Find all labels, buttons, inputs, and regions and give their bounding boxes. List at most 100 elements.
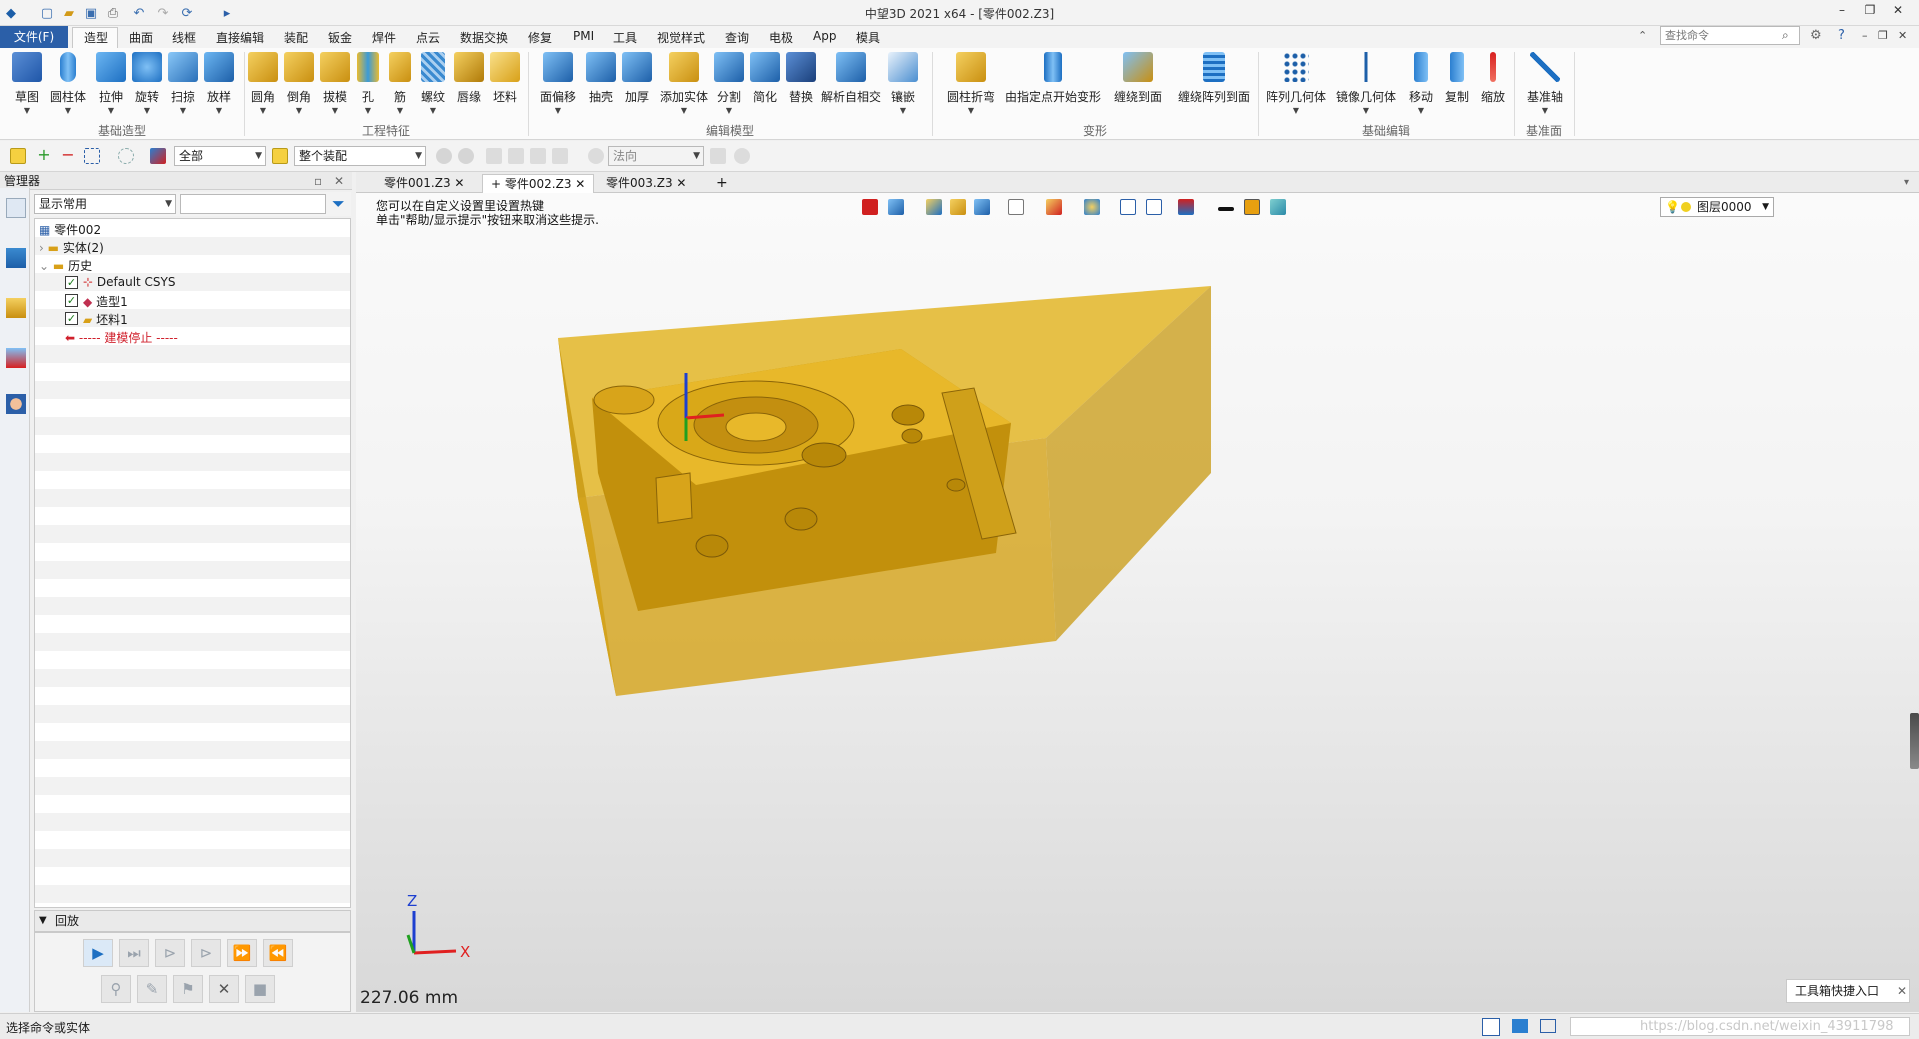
doc-close-button[interactable]: ✕ — [1898, 29, 1907, 42]
settings-icon[interactable]: ⚙ — [1810, 28, 1822, 43]
new-tab-button[interactable]: + — [708, 174, 736, 193]
add-icon[interactable]: + — [36, 147, 52, 164]
tab-list-icon[interactable]: ▾ — [1896, 174, 1917, 193]
datum-axis-button[interactable]: 基准轴 ▼ — [1522, 52, 1568, 115]
doc-tab-part002[interactable]: + 零件002.Z3 ✕ — [482, 174, 595, 193]
add-solid-button[interactable]: 添加实体 ▼ — [656, 52, 712, 115]
emboss-button[interactable]: 镶嵌 ▼ — [886, 52, 920, 115]
tree-filter-icon[interactable]: ⏷ — [332, 194, 345, 214]
tree-search-input[interactable] — [180, 194, 326, 214]
tree-modeling-stop[interactable]: ⬅ ----- 建模停止 ----- — [65, 329, 178, 346]
face-offset-button[interactable]: 面偏移 ▼ — [534, 52, 582, 115]
wrap-to-face-button[interactable]: 缠绕到面 — [1108, 52, 1168, 105]
pin-icon[interactable]: ▫ — [314, 172, 322, 190]
file-menu-button[interactable]: 文件(F) — [0, 26, 68, 48]
shell-button[interactable]: 抽壳 — [584, 52, 618, 105]
command-search-input[interactable]: 查找命令 — [1660, 26, 1800, 45]
tab-app[interactable]: App — [813, 29, 836, 43]
close-icon[interactable]: ✕ — [575, 177, 585, 191]
csys-checkbox[interactable]: ✓ — [65, 276, 78, 289]
delete-button[interactable]: ✕ — [209, 975, 239, 1003]
extrude-button[interactable]: 拉伸 ▼ — [94, 52, 128, 115]
cylinder-bend-button[interactable]: 圆柱折弯 ▼ — [940, 52, 1002, 115]
view-tab-icon[interactable] — [6, 348, 26, 368]
search-icon[interactable]: ⌕ — [1782, 28, 1789, 43]
doc-tab-part003[interactable]: 零件003.Z3 ✕ — [598, 174, 694, 193]
chamfer-button[interactable]: 倒角 ▼ — [282, 52, 316, 115]
assembly-tab-icon[interactable] — [6, 248, 26, 268]
simplify-button[interactable]: 简化 — [748, 52, 782, 105]
remove-icon[interactable]: − — [60, 147, 76, 164]
tab-sheetmetal[interactable]: 钣金 — [328, 29, 352, 46]
replace-button[interactable]: 替换 — [784, 52, 818, 105]
rollback-button[interactable]: ⚑ — [173, 975, 203, 1003]
hole-button[interactable]: 孔 ▼ — [354, 52, 382, 115]
doc-minimize-button[interactable]: – — [1862, 29, 1868, 42]
step-forward-button[interactable]: ⏭ — [119, 939, 149, 967]
direction-select[interactable]: 法向 ▼ — [608, 146, 704, 166]
stock-button[interactable]: 坯料 — [488, 52, 522, 105]
revolve-button[interactable]: 旋转 ▼ — [130, 52, 164, 115]
window-icon[interactable] — [1540, 1019, 1556, 1033]
loft-button[interactable]: 放样 ▼ — [202, 52, 236, 115]
tab-repair[interactable]: 修复 — [528, 29, 552, 46]
edit-button[interactable]: ✎ — [137, 975, 167, 1003]
panel-close-icon[interactable]: ✕ — [334, 172, 344, 190]
user-tab-icon[interactable] — [6, 394, 26, 414]
side-handle[interactable] — [1910, 713, 1919, 769]
sweep-button[interactable]: 扫掠 ▼ — [166, 52, 200, 115]
doc-tab-part001[interactable]: 零件001.Z3 ✕ — [376, 174, 472, 193]
monitor-icon[interactable] — [1512, 1019, 1528, 1033]
help-icon[interactable]: ? — [1838, 28, 1845, 43]
rib-button[interactable]: 筋 ▼ — [386, 52, 414, 115]
doc-restore-button[interactable]: ❐ — [1878, 29, 1888, 42]
wrap-pattern-button[interactable]: 缠绕阵列到面 — [1172, 52, 1256, 105]
close-icon[interactable]: ✕ — [454, 176, 464, 190]
stock1-checkbox[interactable]: ✓ — [65, 312, 78, 325]
tab-pointcloud[interactable]: 点云 — [416, 29, 440, 46]
fillet-button[interactable]: 圆角 ▼ — [246, 52, 280, 115]
minimize-button[interactable]: – — [1832, 3, 1852, 21]
tab-tools[interactable]: 工具 — [613, 29, 637, 46]
tab-inquire[interactable]: 查询 — [725, 29, 749, 46]
tab-modeling[interactable]: 造型 — [84, 29, 108, 46]
tab-weldment[interactable]: 焊件 — [372, 29, 396, 46]
filter-icon[interactable] — [150, 148, 166, 164]
tab-wireframe[interactable]: 线框 — [172, 29, 196, 46]
link-button[interactable]: ⚲ — [101, 975, 131, 1003]
tab-surface[interactable]: 曲面 — [129, 29, 153, 46]
move-button[interactable]: 移动 ▼ — [1404, 52, 1438, 115]
part-tab-icon[interactable] — [6, 298, 26, 318]
tab-mold[interactable]: 模具 — [856, 29, 880, 46]
tab-direct-edit[interactable]: 直接编辑 — [216, 29, 264, 46]
tree-item-shape1[interactable]: ◆ 造型1 — [83, 293, 128, 310]
filter-select[interactable]: 全部 ▼ — [174, 146, 266, 166]
draft-button[interactable]: 拔模 ▼ — [318, 52, 352, 115]
tree-solids[interactable]: › ▬ 实体(2) — [39, 239, 104, 256]
scope-select[interactable]: 整个装配 ▼ — [294, 146, 426, 166]
close-icon[interactable]: ✕ — [1897, 980, 1907, 1002]
tree-item-csys[interactable]: ⊹ Default CSYS — [83, 275, 176, 289]
close-button[interactable]: ✕ — [1888, 3, 1908, 21]
stop-button[interactable]: ■ — [245, 975, 275, 1003]
play-button[interactable]: ▶ — [83, 939, 113, 967]
lip-button[interactable]: 唇缘 — [452, 52, 486, 105]
collapse-ribbon-icon[interactable]: ⌃ — [1638, 29, 1647, 42]
rewind-button[interactable]: ⏪ — [263, 939, 293, 967]
select-arrow-icon[interactable] — [10, 148, 26, 164]
tab-visual-style[interactable]: 视觉样式 — [657, 29, 705, 46]
lasso-icon[interactable] — [118, 148, 134, 164]
copy-button[interactable]: 复制 — [1440, 52, 1474, 105]
sketch-button[interactable]: 草图 ▼ — [10, 52, 44, 115]
tab-pmi[interactable]: PMI — [573, 29, 594, 43]
tab-data-exchange[interactable]: 数据交换 — [460, 29, 508, 46]
input-mode-icon[interactable] — [1482, 1018, 1500, 1036]
pattern-button[interactable]: 阵列几何体 ▼ — [1264, 52, 1328, 115]
3d-viewport[interactable]: 您可以在自定义设置里设置热键 单击"帮助/显示提示"按钮来取消这些提示. 💡 图层… — [356, 193, 1919, 1012]
tree-item-stock1[interactable]: ▰ 坯料1 — [83, 311, 128, 328]
thicken-button[interactable]: 加厚 — [620, 52, 654, 105]
tree-root[interactable]: ▦ 零件002 — [39, 221, 101, 238]
tab-assembly[interactable]: 装配 — [284, 29, 308, 46]
split-button[interactable]: 分割 ▼ — [712, 52, 746, 115]
close-icon[interactable]: ✕ — [676, 176, 686, 190]
